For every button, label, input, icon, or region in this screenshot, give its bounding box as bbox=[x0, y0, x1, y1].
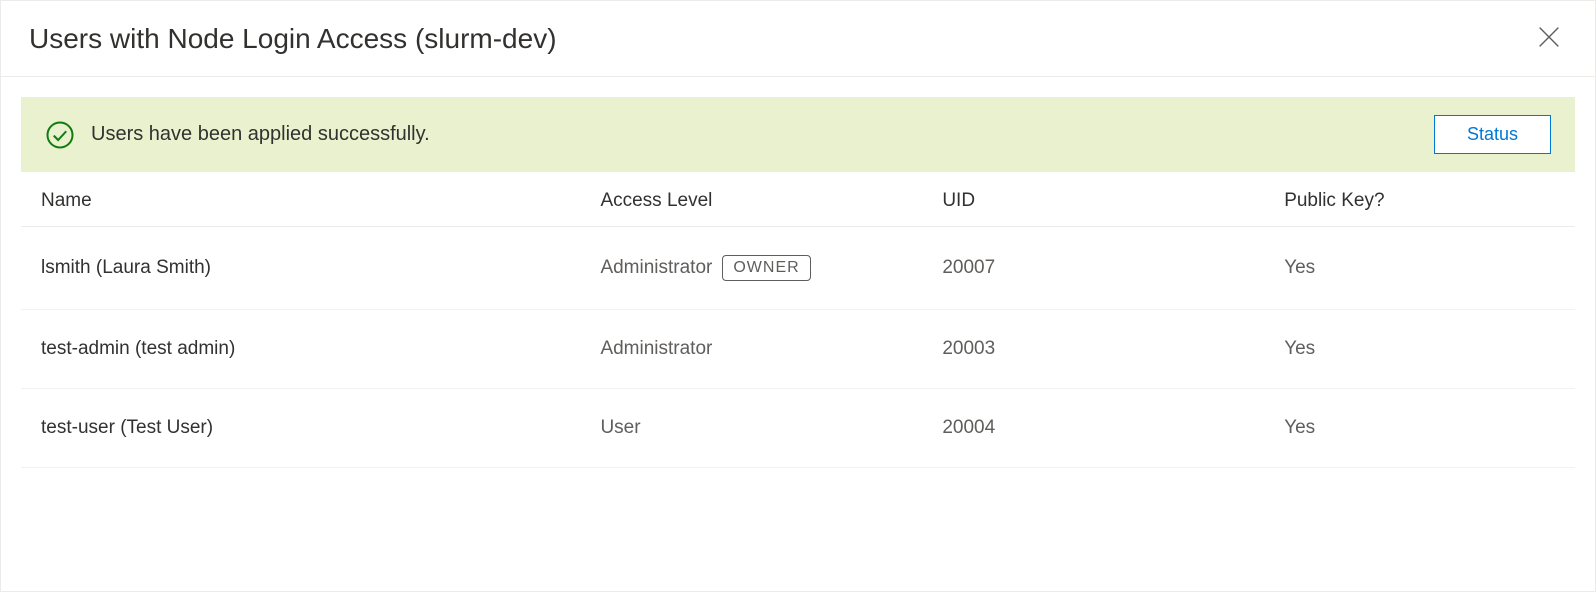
dialog-header: Users with Node Login Access (slurm-dev) bbox=[1, 1, 1595, 77]
cell-uid: 20007 bbox=[922, 227, 1264, 310]
access-level-text: User bbox=[600, 417, 640, 438]
header-public-key: Public Key? bbox=[1264, 172, 1575, 227]
table-row: test-admin (test admin) Administrator 2000… bbox=[21, 310, 1575, 389]
cell-public-key: Yes bbox=[1264, 389, 1575, 468]
banner-message: Users have been applied successfully. bbox=[91, 123, 430, 146]
header-access-level: Access Level bbox=[580, 172, 922, 227]
cell-name: test-user (Test User) bbox=[21, 389, 580, 468]
success-check-icon bbox=[45, 120, 75, 150]
status-button[interactable]: Status bbox=[1434, 115, 1551, 154]
header-name: Name bbox=[21, 172, 580, 227]
table-row: test-user (Test User) User 20004Yes bbox=[21, 389, 1575, 468]
dialog-content: Users have been applied successfully. St… bbox=[1, 77, 1595, 488]
access-level-text: Administrator bbox=[600, 338, 712, 359]
users-table: Name Access Level UID Public Key? lsmith… bbox=[21, 172, 1575, 468]
cell-uid: 20003 bbox=[922, 310, 1264, 389]
cell-uid: 20004 bbox=[922, 389, 1264, 468]
success-banner: Users have been applied successfully. St… bbox=[21, 97, 1575, 172]
cell-access-level: Administrator bbox=[580, 310, 922, 389]
cell-access-level: Administrator OWNER bbox=[580, 227, 922, 310]
close-icon bbox=[1535, 23, 1563, 54]
close-button[interactable] bbox=[1531, 19, 1567, 58]
cell-name: lsmith (Laura Smith) bbox=[21, 227, 580, 310]
cell-access-level: User bbox=[580, 389, 922, 468]
cell-public-key: Yes bbox=[1264, 310, 1575, 389]
header-uid: UID bbox=[922, 172, 1264, 227]
dialog-title: Users with Node Login Access (slurm-dev) bbox=[29, 23, 557, 55]
owner-badge: OWNER bbox=[722, 255, 810, 281]
access-level-text: Administrator bbox=[600, 257, 712, 278]
table-row: lsmith (Laura Smith) Administrator OWNER 20… bbox=[21, 227, 1575, 310]
table-header-row: Name Access Level UID Public Key? bbox=[21, 172, 1575, 227]
banner-left: Users have been applied successfully. bbox=[45, 120, 430, 150]
cell-name: test-admin (test admin) bbox=[21, 310, 580, 389]
cell-public-key: Yes bbox=[1264, 227, 1575, 310]
